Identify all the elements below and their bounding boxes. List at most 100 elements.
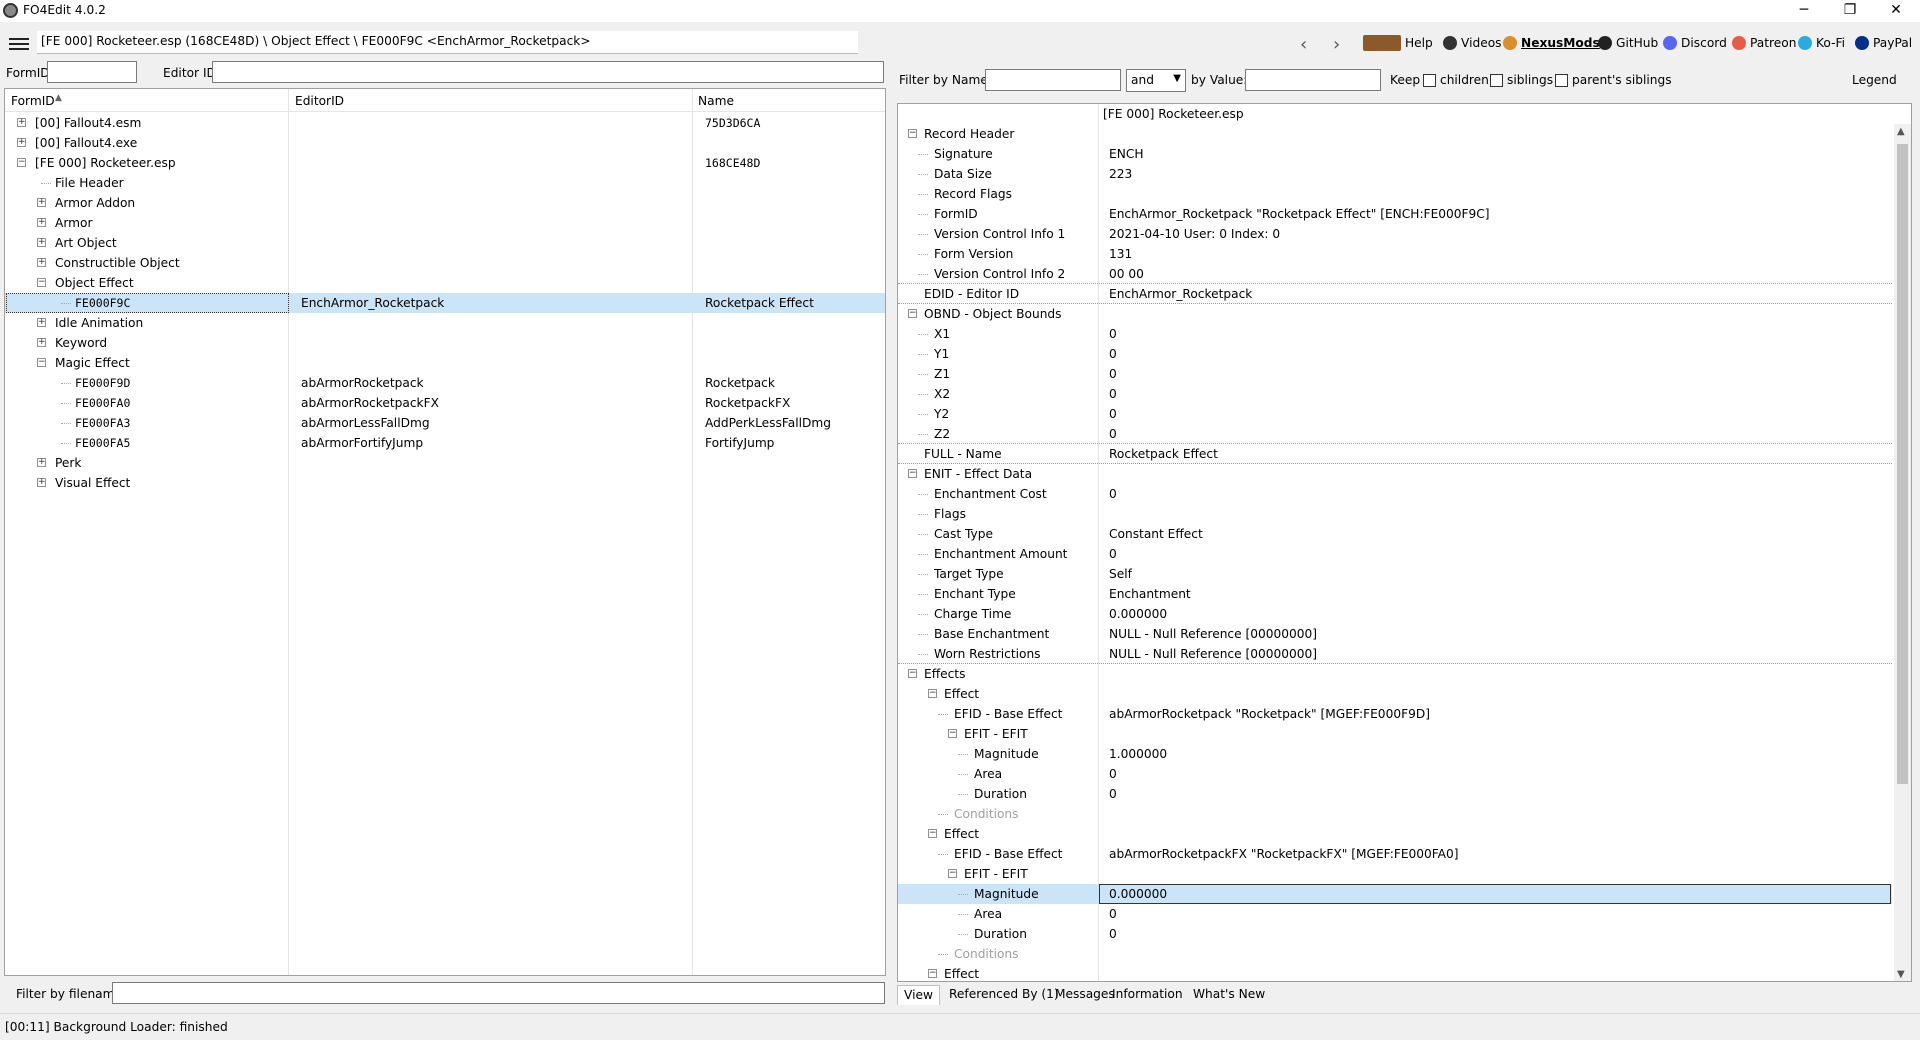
scroll-up-icon[interactable]: ▲ bbox=[1897, 126, 1905, 137]
close-button[interactable]: ✕ bbox=[1873, 0, 1919, 22]
field-value[interactable]: 0 bbox=[1109, 387, 1117, 401]
record-row[interactable]: Version Control Info 1 2021-04-10 User: 0… bbox=[898, 224, 1892, 244]
back-arrow-icon[interactable]: ‹ bbox=[1300, 34, 1307, 55]
menu-icon[interactable] bbox=[9, 38, 29, 52]
expand-icon[interactable]: + bbox=[37, 458, 46, 467]
record-row[interactable]: Charge Time 0.000000 bbox=[898, 604, 1892, 624]
record-row[interactable]: − OBND - Object Bounds bbox=[898, 304, 1892, 324]
field-value[interactable]: EnchArmor_Rocketpack bbox=[1109, 287, 1252, 301]
and-or-select[interactable]: and ▼ bbox=[1126, 69, 1186, 92]
tab-what-s-new[interactable]: What's New bbox=[1187, 985, 1271, 1005]
filter-by-name-input[interactable] bbox=[985, 69, 1121, 91]
record-row[interactable]: Magnitude 1.000000 bbox=[898, 744, 1892, 764]
vertical-scrollbar[interactable]: ▲ ▼ bbox=[1894, 124, 1911, 981]
tree-row[interactable]: FE000FA5 abArmorFortifyJump FortifyJump bbox=[5, 433, 885, 453]
field-value[interactable]: Rocketpack Effect bbox=[1109, 447, 1218, 461]
record-row[interactable]: Enchant Type Enchantment bbox=[898, 584, 1892, 604]
tree-row[interactable]: + Armor Addon bbox=[5, 193, 885, 213]
record-row[interactable]: Data Size 223 bbox=[898, 164, 1892, 184]
collapse-icon[interactable]: − bbox=[948, 869, 957, 878]
forward-arrow-icon[interactable]: › bbox=[1333, 34, 1340, 55]
field-value[interactable]: 0 bbox=[1109, 327, 1117, 341]
tree-row[interactable]: FE000F9C EnchArmor_Rocketpack Rocketpack E… bbox=[5, 293, 885, 313]
record-row[interactable]: Y2 0 bbox=[898, 404, 1892, 424]
field-value[interactable]: 1.000000 bbox=[1109, 747, 1167, 761]
record-row[interactable]: Duration 0 bbox=[898, 924, 1892, 944]
minimize-button[interactable]: ─ bbox=[1781, 0, 1827, 22]
link-nexusmods[interactable]: NexusMods bbox=[1503, 33, 1600, 53]
record-row[interactable]: Record Flags bbox=[898, 184, 1892, 204]
children-checkbox[interactable] bbox=[1423, 74, 1436, 87]
field-value[interactable]: 0 bbox=[1109, 927, 1117, 941]
record-row[interactable]: Z2 0 bbox=[898, 424, 1892, 444]
tree-row[interactable]: + Armor bbox=[5, 213, 885, 233]
collapse-icon[interactable]: − bbox=[928, 829, 937, 838]
record-row[interactable]: − Effects bbox=[898, 664, 1892, 684]
expand-icon[interactable]: + bbox=[37, 238, 46, 247]
link-paypal[interactable]: PayPal bbox=[1855, 33, 1912, 53]
field-value[interactable]: 00 00 bbox=[1109, 267, 1144, 281]
column-editorid[interactable]: EditorID bbox=[295, 94, 344, 108]
tree-row[interactable]: + Perk bbox=[5, 453, 885, 473]
expand-icon[interactable]: + bbox=[37, 338, 46, 347]
record-row[interactable]: − Effect bbox=[898, 824, 1892, 844]
expand-icon[interactable]: + bbox=[37, 478, 46, 487]
tree-row[interactable]: + Visual Effect bbox=[5, 473, 885, 493]
record-row[interactable]: − EFIT - EFIT bbox=[898, 724, 1892, 744]
siblings-checkbox[interactable] bbox=[1490, 74, 1503, 87]
link-github[interactable]: GitHub bbox=[1598, 33, 1658, 53]
filename-filter-input[interactable] bbox=[112, 982, 885, 1004]
record-row[interactable]: Base Enchantment NULL - Null Reference [0… bbox=[898, 624, 1892, 644]
filter-by-value-input[interactable] bbox=[1245, 69, 1381, 91]
record-row[interactable]: EDID - Editor ID EnchArmor_Rocketpack bbox=[898, 284, 1892, 304]
expand-icon[interactable]: + bbox=[17, 118, 26, 127]
tab-information[interactable]: Information bbox=[1106, 985, 1189, 1005]
field-value[interactable]: 0 bbox=[1109, 907, 1117, 921]
link-discord[interactable]: Discord bbox=[1663, 33, 1727, 53]
scrollbar-thumb[interactable] bbox=[1897, 144, 1908, 784]
record-row[interactable]: EFID - Base Effect abArmorRocketpackFX "R… bbox=[898, 844, 1892, 864]
record-row[interactable]: Conditions bbox=[898, 944, 1892, 964]
restore-button[interactable]: ❐ bbox=[1827, 0, 1873, 22]
field-value[interactable]: Self bbox=[1109, 567, 1132, 581]
collapse-icon[interactable]: − bbox=[37, 358, 46, 367]
tree-row[interactable]: + [00] Fallout4.esm 75D3D6CA bbox=[5, 113, 885, 133]
record-row[interactable]: Conditions bbox=[898, 804, 1892, 824]
collapse-icon[interactable]: − bbox=[948, 729, 957, 738]
record-row[interactable]: − Effect bbox=[898, 964, 1892, 981]
record-row[interactable]: FULL - Name Rocketpack Effect bbox=[898, 444, 1892, 464]
tree-row[interactable]: + Constructible Object bbox=[5, 253, 885, 273]
field-value[interactable]: Constant Effect bbox=[1109, 527, 1203, 541]
record-row[interactable]: Enchantment Amount 0 bbox=[898, 544, 1892, 564]
field-value[interactable]: Enchantment bbox=[1109, 587, 1191, 601]
tree-row[interactable]: + Art Object bbox=[5, 233, 885, 253]
record-view-tree[interactable]: [FE 000] Rocketeer.esp − Record Header Sig… bbox=[897, 103, 1912, 982]
collapse-icon[interactable]: − bbox=[928, 969, 937, 978]
expand-icon[interactable]: + bbox=[17, 138, 26, 147]
field-value[interactable]: 2021-04-10 User: 0 Index: 0 bbox=[1109, 227, 1280, 241]
tab-view[interactable]: View bbox=[897, 985, 940, 1005]
field-value[interactable]: 0.000000 bbox=[1109, 887, 1167, 901]
tree-row[interactable]: + [00] Fallout4.exe bbox=[5, 133, 885, 153]
pane-splitter[interactable] bbox=[888, 60, 893, 1010]
record-row[interactable]: Area 0 bbox=[898, 764, 1892, 784]
field-value[interactable]: 0 bbox=[1109, 347, 1117, 361]
formid-filter-input[interactable] bbox=[47, 61, 137, 83]
field-value[interactable]: ENCH bbox=[1109, 147, 1144, 161]
field-value[interactable]: 0 bbox=[1109, 427, 1117, 441]
tree-row[interactable]: − Magic Effect bbox=[5, 353, 885, 373]
field-value[interactable]: 0 bbox=[1109, 547, 1117, 561]
expand-icon[interactable]: + bbox=[37, 318, 46, 327]
record-row[interactable]: X2 0 bbox=[898, 384, 1892, 404]
field-value[interactable]: 223 bbox=[1109, 167, 1132, 181]
expand-icon[interactable]: + bbox=[37, 218, 46, 227]
collapse-icon[interactable]: − bbox=[908, 469, 917, 478]
record-row[interactable]: Magnitude 0.000000 bbox=[898, 884, 1892, 904]
field-value[interactable]: NULL - Null Reference [00000000] bbox=[1109, 627, 1317, 641]
record-row[interactable]: Z1 0 bbox=[898, 364, 1892, 384]
expand-icon[interactable]: + bbox=[37, 198, 46, 207]
tree-row[interactable]: + Idle Animation bbox=[5, 313, 885, 333]
field-value[interactable]: abArmorRocketpack "Rocketpack" [MGEF:FE0… bbox=[1109, 707, 1430, 721]
tab-referenced-by-1[interactable]: Referenced By (1) bbox=[943, 985, 1065, 1005]
record-path-field[interactable]: [FE 000] Rocketeer.esp (168CE48D) \ Obje… bbox=[37, 31, 858, 54]
